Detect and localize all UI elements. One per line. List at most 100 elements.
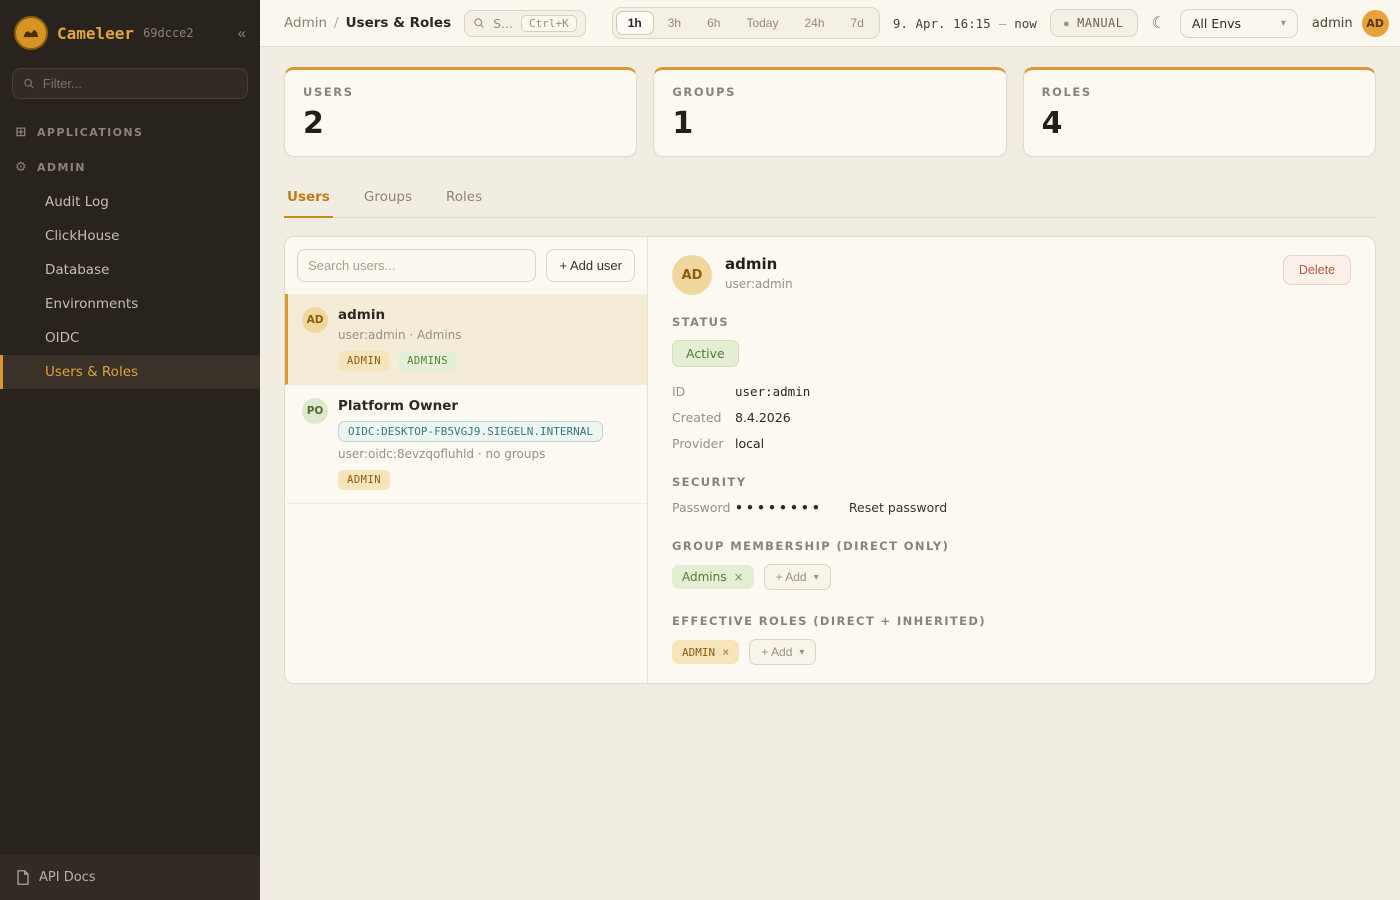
- global-search-placeholder: S...: [493, 16, 513, 31]
- user-detail-name: admin: [725, 255, 793, 273]
- sidebar-item-oidc[interactable]: OIDC: [0, 321, 260, 355]
- stat-value: 4: [1042, 106, 1357, 141]
- role-chip-admin: ADMIN ×: [672, 640, 739, 664]
- sidebar-item-database[interactable]: Database: [0, 253, 260, 287]
- group-chip-label: Admins: [682, 570, 727, 584]
- add-role-button[interactable]: + Add ▾: [749, 639, 816, 665]
- group-membership-heading: GROUP MEMBERSHIP (DIRECT ONLY): [672, 539, 1351, 553]
- time-range-today[interactable]: Today: [734, 11, 790, 35]
- app-logo-text: Cameleer: [57, 24, 134, 43]
- dark-mode-toggle[interactable]: ☾: [1152, 13, 1166, 33]
- stat-value: 2: [303, 106, 618, 141]
- global-search[interactable]: S... Ctrl+K: [464, 10, 586, 37]
- main-area: Admin / Users & Roles S... Ctrl+K 1h 3h …: [260, 0, 1400, 900]
- reset-password-link[interactable]: Reset password: [849, 500, 947, 515]
- stat-card-roles[interactable]: ROLES 4: [1023, 67, 1376, 157]
- field-provider: Provider local: [672, 436, 1351, 451]
- breadcrumb: Admin / Users & Roles: [284, 15, 451, 31]
- delete-user-button[interactable]: Delete: [1283, 255, 1351, 285]
- topbar: Admin / Users & Roles S... Ctrl+K 1h 3h …: [260, 0, 1400, 47]
- moon-icon: ☾: [1152, 15, 1166, 32]
- stat-card-groups[interactable]: GROUPS 1: [653, 67, 1006, 157]
- env-selector[interactable]: All Envs ▾: [1180, 9, 1298, 38]
- sidebar-header: Cameleer 69dcce2 «: [0, 0, 260, 66]
- field-label: Provider: [672, 436, 735, 451]
- user-detail-header: AD admin user:admin Delete: [672, 255, 1351, 295]
- status-dot-icon: ●: [1064, 19, 1069, 28]
- section-applications[interactable]: ⊞ APPLICATIONS: [0, 115, 260, 150]
- oidc-issuer-badge: OIDC:DESKTOP-FB5VGJ9.SIEGELN.INTERNAL: [338, 421, 603, 442]
- stat-card-users[interactable]: USERS 2: [284, 67, 637, 157]
- search-shortcut-kbd: Ctrl+K: [521, 15, 577, 32]
- api-docs-link[interactable]: API Docs: [0, 855, 260, 900]
- sidebar-item-clickhouse[interactable]: ClickHouse: [0, 219, 260, 253]
- tab-groups[interactable]: Groups: [361, 179, 415, 218]
- app-instance-id: 69dcce2: [143, 26, 194, 40]
- time-range-3h[interactable]: 3h: [656, 11, 693, 35]
- sidebar-collapse-icon[interactable]: «: [238, 25, 246, 42]
- remove-role-icon[interactable]: ×: [722, 645, 729, 659]
- date-range[interactable]: 9. Apr. 16:15 — now: [893, 16, 1037, 31]
- remove-group-icon[interactable]: ×: [734, 570, 744, 584]
- user-item-name: admin: [338, 307, 462, 323]
- time-range-6h[interactable]: 6h: [695, 11, 732, 35]
- group-chip-admins: Admins ×: [672, 565, 754, 589]
- refresh-mode-button[interactable]: ● MANUAL: [1050, 9, 1138, 37]
- field-label: Created: [672, 410, 735, 425]
- camel-icon: [21, 23, 41, 43]
- user-item-badges: ADMIN: [338, 470, 603, 490]
- password-mask: ••••••••: [735, 500, 823, 515]
- status-badge: Active: [672, 340, 739, 367]
- sidebar: Cameleer 69dcce2 « ⊞ APPLICATIONS ⚙ ADMI…: [0, 0, 260, 900]
- user-menu[interactable]: admin AD: [1312, 10, 1389, 37]
- user-detail-title: admin user:admin: [725, 255, 793, 291]
- add-user-button[interactable]: + Add user: [546, 249, 635, 282]
- stat-cards: USERS 2 GROUPS 1 ROLES 4: [284, 67, 1376, 157]
- stat-label: GROUPS: [672, 85, 987, 99]
- field-created: Created 8.4.2026: [672, 410, 1351, 425]
- user-list-toolbar: + Add user: [285, 237, 647, 294]
- search-icon: [473, 17, 485, 29]
- field-label: ID: [672, 384, 735, 399]
- sidebar-item-audit-log[interactable]: Audit Log: [0, 185, 260, 219]
- field-id: ID user:admin: [672, 384, 1351, 399]
- time-range-24h[interactable]: 24h: [792, 11, 836, 35]
- tab-users[interactable]: Users: [284, 179, 333, 218]
- role-badge: ADMIN: [338, 351, 390, 371]
- grid-icon: ⊞: [14, 126, 29, 139]
- avatar: PO: [302, 398, 328, 424]
- status-heading: STATUS: [672, 315, 1351, 329]
- search-users-input[interactable]: [297, 249, 536, 282]
- tab-roles[interactable]: Roles: [443, 179, 485, 218]
- search-icon: [23, 77, 35, 90]
- time-range-1h[interactable]: 1h: [616, 11, 654, 35]
- add-group-button[interactable]: + Add ▾: [764, 564, 831, 590]
- user-detail-panel: AD admin user:admin Delete STATUS Active…: [648, 237, 1375, 683]
- chevron-down-icon: ▾: [799, 647, 804, 658]
- user-list-item-platform-owner[interactable]: PO Platform Owner OIDC:DESKTOP-FB5VGJ9.S…: [285, 385, 647, 504]
- refresh-mode-label: MANUAL: [1077, 16, 1123, 30]
- avatar: AD: [302, 307, 328, 333]
- sidebar-item-users-roles[interactable]: Users & Roles: [0, 355, 260, 389]
- stat-value: 1: [672, 106, 987, 141]
- breadcrumb-admin[interactable]: Admin: [284, 15, 327, 31]
- role-badge: ADMIN: [338, 470, 390, 490]
- field-value: user:admin: [735, 384, 810, 399]
- time-range-7d[interactable]: 7d: [839, 11, 876, 35]
- add-group-label: + Add: [776, 570, 807, 584]
- gear-icon: ⚙: [14, 161, 29, 174]
- effective-roles-heading: EFFECTIVE ROLES (DIRECT + INHERITED): [672, 614, 1351, 628]
- app-root: Cameleer 69dcce2 « ⊞ APPLICATIONS ⚙ ADMI…: [0, 0, 1400, 900]
- user-item-badges: ADMIN ADMINS: [338, 351, 462, 371]
- section-admin[interactable]: ⚙ ADMIN: [0, 150, 260, 185]
- sidebar-item-environments[interactable]: Environments: [0, 287, 260, 321]
- sidebar-filter-input[interactable]: [43, 76, 237, 91]
- field-value: 8.4.2026: [735, 410, 791, 425]
- stat-label: USERS: [303, 85, 618, 99]
- field-value: local: [735, 436, 764, 451]
- user-item-meta: user:oidc:8evzqofluhld · no groups: [338, 447, 603, 461]
- user-list-item-admin[interactable]: AD admin user:admin · Admins ADMIN ADMIN…: [285, 294, 647, 385]
- page-content: USERS 2 GROUPS 1 ROLES 4 Users Groups Ro…: [260, 47, 1400, 900]
- user-item-meta: user:admin · Admins: [338, 328, 462, 342]
- avatar: AD: [672, 255, 712, 295]
